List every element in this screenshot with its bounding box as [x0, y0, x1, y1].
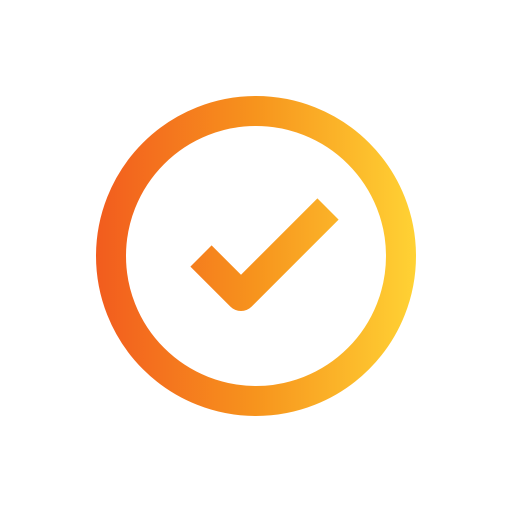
check-circle-svg [96, 96, 416, 416]
icon-canvas [0, 0, 512, 512]
check-mark [190, 198, 339, 311]
check-circle-icon [0, 0, 512, 512]
circle-ring [96, 96, 416, 416]
